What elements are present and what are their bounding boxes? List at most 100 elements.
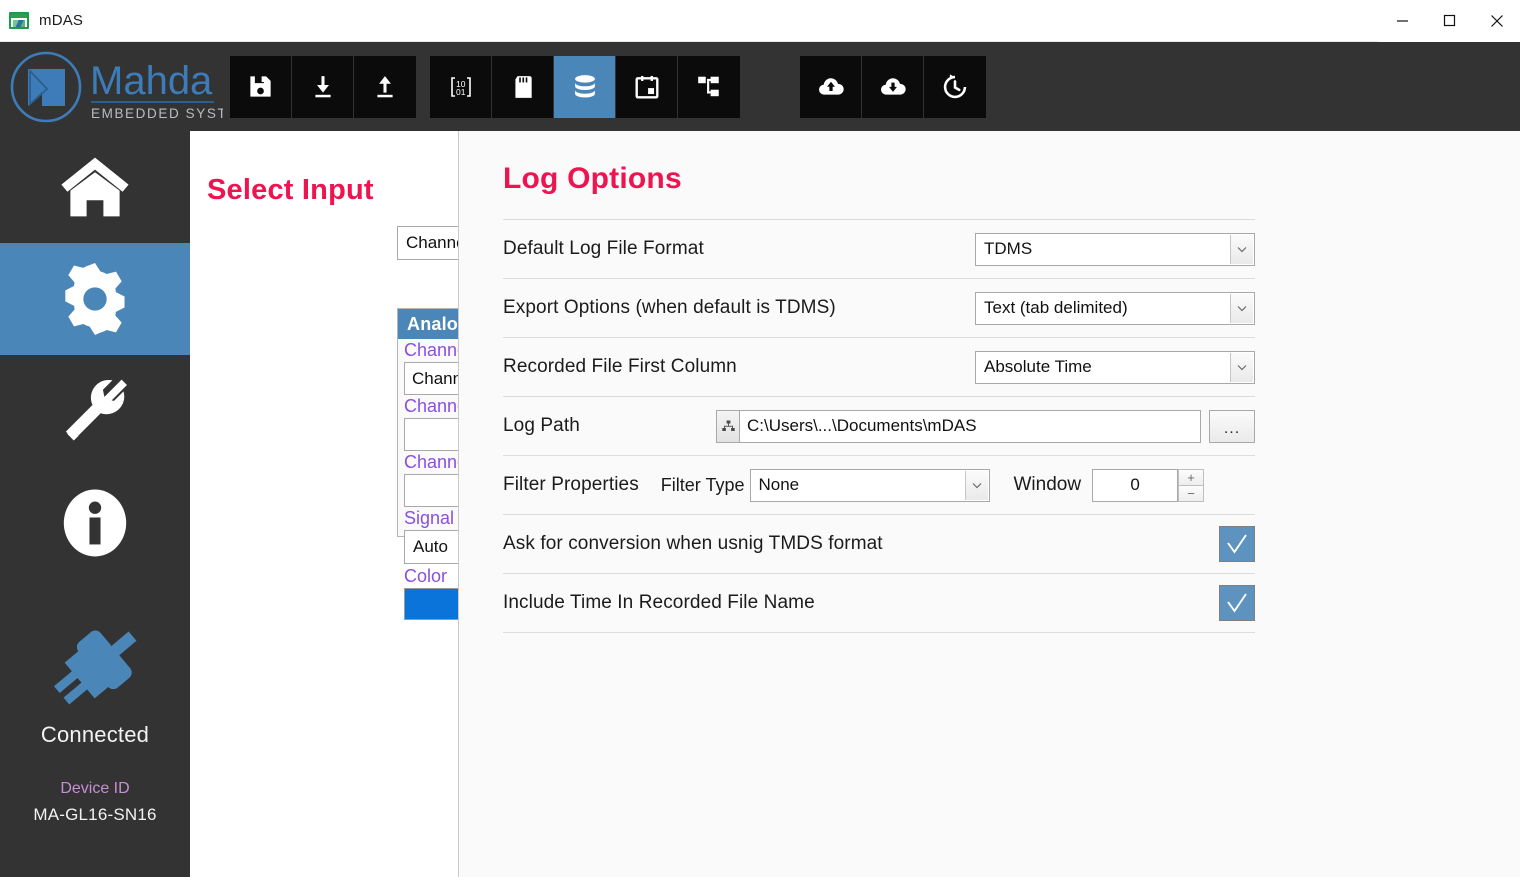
row-filter-properties: Filter Properties Filter Type None Windo…: [503, 455, 1255, 514]
minimize-icon: [1397, 20, 1408, 22]
sidebar-item-info[interactable]: [0, 467, 190, 579]
row-recorded-file-first-column: Recorded File First Column Absolute Time: [503, 337, 1255, 396]
log-path-controls: C:\Users\...\Documents\mDAS ...: [716, 409, 1255, 443]
include-time-label: Include Time In Recorded File Name: [503, 592, 815, 613]
cloud-upload-button[interactable]: [800, 55, 862, 118]
sitemap-small-icon[interactable]: [716, 409, 739, 443]
window-decrement[interactable]: −: [1178, 484, 1205, 502]
device-id-value: MA-GL16-SN16: [33, 805, 157, 824]
network-icon: [721, 420, 735, 431]
export-options-label: Export Options (when default is TDMS): [503, 297, 836, 318]
mahda-logo: Mahda EMBEDDED SYSTEMS: [0, 42, 230, 131]
window-label: Window: [1013, 474, 1082, 495]
window-increment[interactable]: +: [1178, 468, 1205, 485]
chevron-down-icon[interactable]: [1230, 293, 1253, 323]
binary-data-button[interactable]: 10 01: [430, 55, 492, 118]
cloud-upload-icon: [818, 77, 844, 95]
log-options-panel: Log Options Default Log File Format TDMS…: [458, 131, 1520, 877]
calendar-icon: [635, 75, 658, 98]
plug-connected-icon: [53, 630, 137, 704]
mahda-logo-icon: Mahda EMBEDDED SYSTEMS: [10, 51, 223, 123]
select-input-title: Select Input: [207, 174, 374, 206]
download-button[interactable]: [292, 55, 354, 118]
chevron-down-icon[interactable]: [964, 470, 988, 500]
connection-status-block: Connected Device ID MA-GL16-SN16: [0, 601, 190, 825]
default-log-file-format-select[interactable]: TDMS: [975, 232, 1255, 266]
window-stepper: 0 + −: [1092, 468, 1205, 502]
filter-type-value: None: [758, 475, 800, 494]
device-id-label: Device ID: [60, 780, 130, 797]
window-controls: [1379, 0, 1520, 42]
cloud-download-button[interactable]: [862, 55, 924, 118]
sd-card-button[interactable]: [492, 55, 554, 118]
save-button[interactable]: [230, 55, 292, 118]
window-spin-buttons: + −: [1178, 468, 1205, 502]
include-time-checkbox[interactable]: [1219, 585, 1255, 621]
sitemap-icon: [698, 76, 719, 96]
chevron-down-icon[interactable]: [1230, 234, 1253, 264]
filter-properties-label: Filter Properties: [503, 474, 639, 495]
select-input-panel: Select Input Channel 1 Analog Setting Ch…: [190, 131, 635, 877]
minimize-button[interactable]: [1379, 0, 1426, 42]
row-include-time-in-file-name: Include Time In Recorded File Name: [503, 573, 1255, 632]
filter-type-label: Filter Type: [660, 474, 745, 495]
log-path-input[interactable]: C:\Users\...\Documents\mDAS: [739, 409, 1201, 443]
row-ask-for-conversion: Ask for conversion when usnig TMDS forma…: [503, 514, 1255, 573]
sidebar-item-settings[interactable]: [0, 243, 190, 355]
maximize-icon: [1443, 14, 1456, 27]
close-icon: [1490, 14, 1503, 27]
bottom-divider: [503, 632, 1255, 633]
page-title: Log Options: [503, 162, 682, 195]
gear-icon: [65, 263, 125, 335]
sidebar-item-home[interactable]: [0, 131, 190, 243]
row-default-log-file-format: Default Log File Format TDMS: [503, 219, 1255, 278]
svg-text:EMBEDDED SYSTEMS: EMBEDDED SYSTEMS: [91, 106, 223, 121]
upload-button[interactable]: [354, 55, 416, 118]
upload-icon: [377, 75, 393, 97]
save-floppy-icon: [250, 76, 271, 97]
home-icon: [61, 157, 129, 217]
row-export-options: Export Options (when default is TDMS) Te…: [503, 278, 1255, 337]
database-icon: [574, 74, 595, 97]
ask-for-conversion-label: Ask for conversion when usnig TMDS forma…: [503, 533, 883, 554]
history-clock-icon: [943, 73, 967, 98]
info-icon: [63, 489, 127, 557]
sitemap-button[interactable]: [678, 55, 740, 118]
toolbar-group-cloud: [800, 55, 986, 118]
window-title-bar: mDAS: [0, 0, 1520, 42]
download-icon: [314, 75, 331, 97]
row-log-path: Log Path C:\Users\...\Documents\mDAS ...: [503, 396, 1255, 455]
filter-type-select[interactable]: None: [749, 468, 990, 502]
mdas-app-icon: [9, 12, 29, 29]
sidebar-item-tools[interactable]: [0, 355, 190, 467]
check-icon: [1227, 534, 1247, 554]
maximize-button[interactable]: [1426, 0, 1473, 42]
toolbar-group-file: [230, 55, 416, 118]
binary-data-icon: 10 01: [450, 76, 471, 97]
svg-text:01: 01: [456, 87, 466, 97]
window-title: mDAS: [39, 12, 84, 29]
default-log-file-format-label: Default Log File Format: [503, 238, 704, 259]
export-options-select[interactable]: Text (tab delimited): [975, 291, 1255, 325]
window-input[interactable]: 0: [1092, 468, 1179, 502]
toolbar-group-data: 10 01: [430, 55, 740, 118]
recorded-file-first-column-label: Recorded File First Column: [503, 356, 737, 377]
history-button[interactable]: [924, 55, 986, 118]
calendar-button[interactable]: [616, 55, 678, 118]
recorded-file-first-column-select[interactable]: Absolute Time: [975, 350, 1255, 384]
log-path-browse-button[interactable]: ...: [1209, 409, 1255, 443]
plug-icon-wrap: [0, 601, 190, 726]
chevron-down-icon[interactable]: [1230, 352, 1253, 382]
svg-text:Mahda: Mahda: [90, 59, 213, 103]
export-options-value: Text (tab delimited): [984, 298, 1128, 317]
log-path-label: Log Path: [503, 415, 580, 436]
close-button[interactable]: [1473, 0, 1520, 42]
title-bar-left: mDAS: [0, 12, 83, 29]
signal-range-value: Auto: [413, 537, 448, 556]
database-button[interactable]: [554, 55, 616, 118]
tools-icon: [65, 379, 127, 441]
ask-for-conversion-checkbox[interactable]: [1219, 526, 1255, 562]
left-sidebar: Connected Device ID MA-GL16-SN16: [0, 131, 190, 877]
recorded-file-first-column-value: Absolute Time: [984, 357, 1092, 376]
connection-status-text: Connected: [40, 722, 150, 747]
